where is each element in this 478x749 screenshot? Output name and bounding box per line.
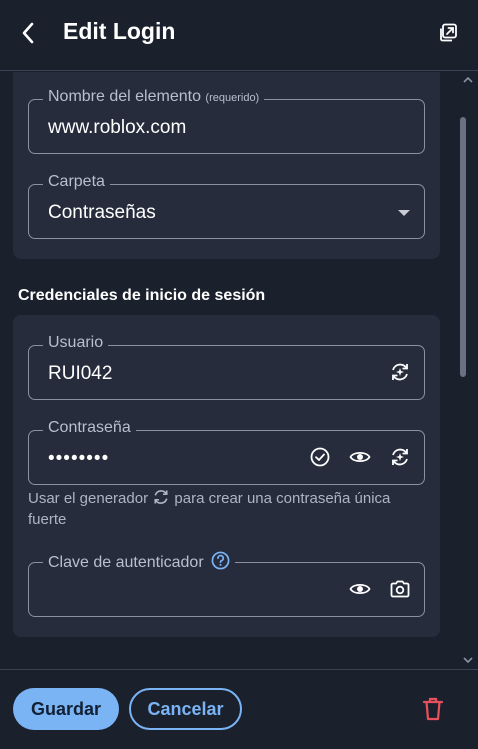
popout-button[interactable] bbox=[434, 19, 462, 47]
generator-hint: Usar el generador para crear una contras… bbox=[28, 488, 428, 530]
caret-down-icon bbox=[398, 210, 410, 216]
scroll-up-icon[interactable] bbox=[462, 76, 474, 84]
back-button[interactable] bbox=[14, 19, 42, 47]
save-button[interactable]: Guardar bbox=[13, 688, 119, 730]
scan-qr-button[interactable] bbox=[388, 577, 412, 601]
toggle-totp-visibility-button[interactable] bbox=[348, 577, 372, 601]
trash-icon bbox=[422, 697, 444, 721]
popout-icon bbox=[440, 23, 457, 42]
required-hint: (requerido) bbox=[205, 92, 260, 104]
page-title: Edit Login bbox=[63, 18, 176, 44]
generate-password-button[interactable] bbox=[388, 445, 412, 469]
credentials-heading: Credenciales de inicio de sesión bbox=[18, 287, 266, 304]
toggle-password-visibility-button[interactable] bbox=[348, 445, 372, 469]
check-password-button[interactable] bbox=[308, 445, 332, 469]
help-icon[interactable] bbox=[211, 551, 230, 570]
item-name-label: Nombre del elemento (requerido) bbox=[43, 88, 265, 106]
footer-bar: Guardar Cancelar bbox=[0, 669, 478, 749]
generate-username-button[interactable] bbox=[388, 360, 412, 384]
delete-button[interactable] bbox=[420, 696, 446, 722]
item-name-label-text: Nombre del elemento bbox=[48, 88, 201, 105]
scroll-thumb[interactable] bbox=[460, 117, 466, 377]
generate-icon bbox=[154, 490, 168, 504]
scrollbar[interactable] bbox=[458, 72, 478, 669]
folder-select[interactable]: Carpeta Contraseñas bbox=[28, 173, 425, 239]
scroll-down-icon[interactable] bbox=[462, 656, 474, 664]
camera-icon bbox=[390, 580, 410, 598]
cancel-button[interactable]: Cancelar bbox=[129, 688, 242, 730]
item-details-card: Nombre del elemento (requerido) www.robl… bbox=[13, 72, 440, 259]
chevron-left-icon bbox=[22, 22, 34, 44]
eye-icon bbox=[349, 451, 371, 463]
check-circle-icon bbox=[310, 447, 330, 467]
password-field[interactable]: Contraseña •••••••• bbox=[28, 419, 425, 485]
eye-icon bbox=[349, 583, 371, 595]
username-value: RUI042 bbox=[48, 363, 113, 384]
password-value: •••••••• bbox=[48, 448, 110, 469]
authenticator-key-label-text: Clave de autenticador bbox=[48, 554, 204, 571]
generator-hint-before: Usar el generador bbox=[28, 490, 149, 507]
authenticator-key-field[interactable]: Clave de autenticador bbox=[28, 551, 425, 617]
app-header: Edit Login bbox=[0, 0, 478, 71]
username-label: Usuario bbox=[43, 334, 109, 352]
generate-icon bbox=[392, 448, 408, 466]
form-content: Nombre del elemento (requerido) www.robl… bbox=[0, 72, 458, 669]
username-field[interactable]: Usuario RUI042 bbox=[28, 334, 425, 400]
folder-value: Contraseñas bbox=[48, 202, 156, 223]
credentials-card: Usuario RUI042 Contraseña •••••••• Clave… bbox=[13, 315, 440, 637]
item-name-value: www.roblox.com bbox=[48, 117, 187, 138]
password-label: Contraseña bbox=[43, 419, 136, 437]
authenticator-key-label: Clave de autenticador bbox=[43, 551, 236, 572]
generate-icon bbox=[392, 363, 408, 381]
folder-label: Carpeta bbox=[43, 173, 110, 191]
item-name-field[interactable]: Nombre del elemento (requerido) www.robl… bbox=[28, 88, 425, 154]
